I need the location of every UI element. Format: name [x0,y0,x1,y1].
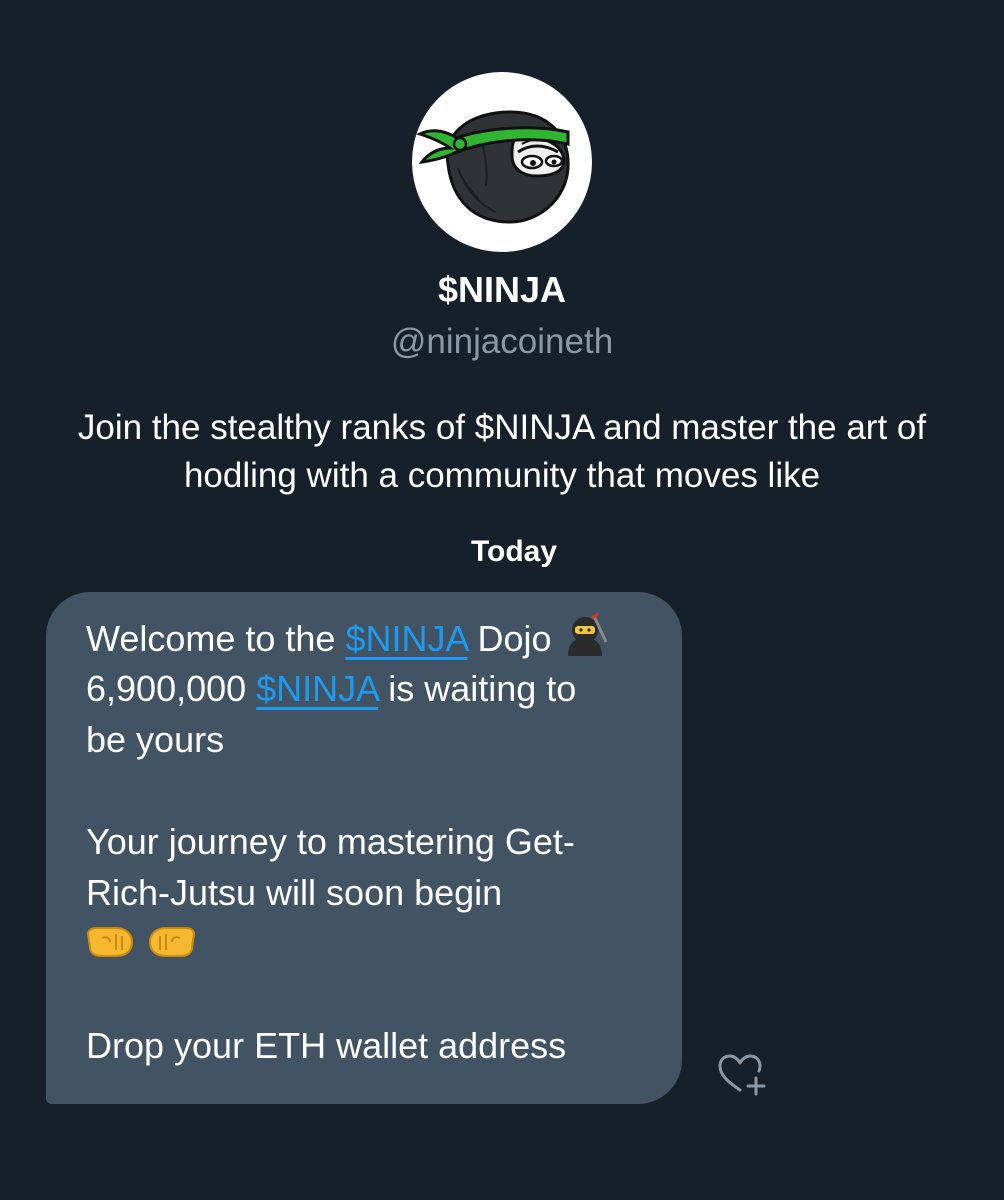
message-line: Rich-Jutsu will soon begin [86,872,503,913]
message-text: is waiting to [378,668,577,709]
message-line: Welcome to the $NINJA Dojo [86,612,652,663]
profile-bio: Join the stealthy ranks of $NINJA and ma… [77,408,927,495]
profile-avatar[interactable] [412,72,592,252]
profile-handle[interactable]: @ninjacoineth [0,318,1004,366]
ninja-cashtag-link[interactable]: $NINJA [345,618,467,659]
profile-display-name: $NINJA [437,269,567,310]
left-fist-emoji-icon [146,920,196,973]
ninja-cashtag-link[interactable]: $NINJA [256,668,378,709]
date-separator: Today [470,535,558,568]
message-line: Your journey to mastering Get- [86,821,575,862]
heart-plus-icon [718,1054,766,1096]
message-line: 6,900,000 $NINJA is waiting to [86,663,652,714]
message-text: Welcome to the [86,618,346,660]
message-text: 6,900,000 [86,668,257,709]
message-line: be yours [86,719,225,760]
right-fist-emoji-icon [86,920,136,973]
message-bubble[interactable]: Welcome to the $NINJA Dojo 6,900,000 $NI… [46,592,682,1104]
ninja-mascot-icon [416,110,570,224]
message-line: Drop your ETH wallet address [86,1025,567,1066]
fist-bump-emojis: 🤜🤛 [86,918,652,969]
message-text: Dojo [467,618,552,660]
add-reaction-button[interactable] [714,1052,770,1098]
